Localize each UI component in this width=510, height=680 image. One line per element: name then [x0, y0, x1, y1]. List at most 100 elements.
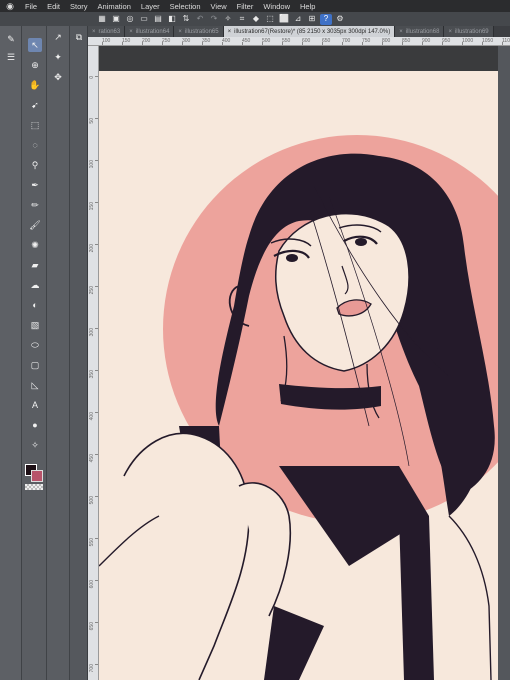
menu-view[interactable]: View: [206, 2, 232, 11]
help-icon[interactable]: ?: [320, 13, 332, 25]
ruler-tick: [95, 160, 98, 161]
menu-file[interactable]: File: [20, 2, 42, 11]
fill-icon[interactable]: ◐: [28, 298, 42, 312]
tab-document[interactable]: × illustration64: [125, 26, 175, 37]
hand-icon[interactable]: ✋: [28, 78, 42, 92]
menu-animation[interactable]: Animation: [93, 2, 136, 11]
tool-palette: ↖ ⊕ ✋ ➹ ⬚ ◌ ⚲ ✒ ✏ 🖌 ✺ ▰ ☁ ◐ ▧ ⬭ ▢ ◺ A ● …: [22, 26, 47, 680]
fill-icon[interactable]: ◆: [250, 14, 262, 25]
ruler-tick: [382, 42, 383, 45]
pencil-icon[interactable]: ✏: [28, 198, 42, 212]
ruler-tick-label: 1000: [462, 38, 474, 44]
menu-help[interactable]: Help: [295, 2, 320, 11]
ruler-tick-label: 100: [102, 38, 111, 44]
close-icon[interactable]: ×: [178, 29, 182, 35]
ruler-tick: [95, 202, 98, 203]
blend-icon[interactable]: ☁: [28, 278, 42, 292]
airbrush-icon[interactable]: ✺: [28, 238, 42, 252]
brush-icon[interactable]: 🖌: [28, 218, 42, 232]
clear-icon[interactable]: ◧: [166, 14, 178, 25]
menu-window[interactable]: Window: [258, 2, 295, 11]
zoom-icon[interactable]: ⊕: [28, 58, 42, 72]
pen-icon[interactable]: ✒: [28, 178, 42, 192]
ruler-tick-label: 150: [89, 202, 95, 211]
ruler-tick: [162, 42, 163, 45]
select-all-icon[interactable]: ⬚: [264, 14, 276, 25]
close-icon[interactable]: ×: [448, 29, 452, 35]
ruler-tick: [262, 42, 263, 45]
subtool-icon[interactable]: ↗: [51, 30, 65, 44]
ruler-tick: [342, 42, 343, 45]
close-icon[interactable]: ×: [129, 29, 133, 35]
tool-property-palette: ⧉: [70, 26, 88, 680]
ruler-tick: [322, 42, 323, 45]
tab-document[interactable]: × illustration68: [395, 26, 445, 37]
eye-icon[interactable]: ◎: [124, 14, 136, 25]
sub-color-swatch[interactable]: [31, 470, 43, 482]
frame-icon[interactable]: ▢: [28, 358, 42, 372]
correction-icon[interactable]: ✧: [28, 438, 42, 452]
new-icon[interactable]: ▣: [110, 14, 122, 25]
menu-edit[interactable]: Edit: [42, 2, 65, 11]
left-panel-strip: ✎ ☰: [0, 26, 22, 680]
close-icon[interactable]: ×: [228, 29, 232, 35]
subtool-icon[interactable]: ✥: [51, 70, 65, 84]
selection-icon[interactable]: ⬚: [28, 118, 42, 132]
ruler-tick-label: 550: [282, 38, 291, 44]
tab-document-active[interactable]: × illustration67(Restore)* (85 2150 x 303…: [223, 26, 396, 37]
ruler-icon[interactable]: ◺: [28, 378, 42, 392]
ruler-tick-label: 300: [182, 38, 191, 44]
undo-icon[interactable]: ↶: [194, 14, 206, 25]
deselect-icon[interactable]: ⬜: [278, 14, 290, 25]
eraser-icon[interactable]: ▰: [28, 258, 42, 272]
canvas-area[interactable]: [99, 46, 510, 680]
ruler-tick: [422, 42, 423, 45]
canvas-illustration[interactable]: [99, 46, 510, 680]
brush-settings-icon[interactable]: ✎: [4, 32, 18, 46]
ruler-tick-label: 1100: [502, 38, 510, 44]
strap-vertical: [399, 516, 434, 680]
close-icon[interactable]: ×: [92, 29, 96, 35]
settings-icon[interactable]: ⚙: [334, 14, 346, 25]
tab-document[interactable]: × illustration69: [444, 26, 494, 37]
ruler-tick: [142, 42, 143, 45]
app-icon[interactable]: ◉: [0, 1, 20, 12]
figure-icon[interactable]: ⬭: [28, 338, 42, 352]
ruler-tick: [442, 42, 443, 45]
move-icon[interactable]: ↖: [28, 38, 42, 52]
snap-ruler-icon[interactable]: ⊿: [292, 14, 304, 25]
text-icon[interactable]: A: [28, 398, 42, 412]
lasso-icon[interactable]: ◌: [28, 138, 42, 152]
crop-icon[interactable]: ⌗: [236, 14, 248, 25]
tab-document[interactable]: × illustration65: [174, 26, 224, 37]
ruler-tick-label: 750: [362, 38, 371, 44]
ruler-tick-label: 150: [122, 38, 131, 44]
object-icon[interactable]: ⧉: [72, 30, 86, 44]
subtool-icon[interactable]: ✦: [51, 50, 65, 64]
sub-tool-palette: ↗ ✦ ✥: [47, 26, 70, 680]
save-icon[interactable]: ▤: [152, 14, 164, 25]
sort-icon[interactable]: ⇅: [180, 14, 192, 25]
menu-layer[interactable]: Layer: [136, 2, 165, 11]
grid-icon[interactable]: ▦: [96, 14, 108, 25]
close-icon[interactable]: ×: [399, 29, 403, 35]
ruler-tick: [95, 580, 98, 581]
eyedropper-icon[interactable]: ⚲: [28, 158, 42, 172]
operation-icon[interactable]: ➹: [28, 98, 42, 112]
menu-story[interactable]: Story: [65, 2, 93, 11]
ruler-tick-label: 250: [162, 38, 171, 44]
gradient-icon[interactable]: ▧: [28, 318, 42, 332]
snap-grid-icon[interactable]: ⊞: [306, 14, 318, 25]
redo-icon[interactable]: ↷: [208, 14, 220, 25]
menu-selection[interactable]: Selection: [165, 2, 206, 11]
open-icon[interactable]: ▭: [138, 14, 150, 25]
menu-filter[interactable]: Filter: [232, 2, 259, 11]
transform-icon[interactable]: ✧: [222, 14, 234, 25]
balloon-icon[interactable]: ●: [28, 418, 42, 432]
layers-icon[interactable]: ☰: [4, 50, 18, 64]
ruler-tick-label: 850: [402, 38, 411, 44]
tab-document[interactable]: × ration63: [88, 26, 126, 37]
ruler-tick-label: 250: [89, 286, 95, 295]
ruler-tick-label: 350: [202, 38, 211, 44]
transparent-color-swatch[interactable]: [25, 484, 43, 490]
